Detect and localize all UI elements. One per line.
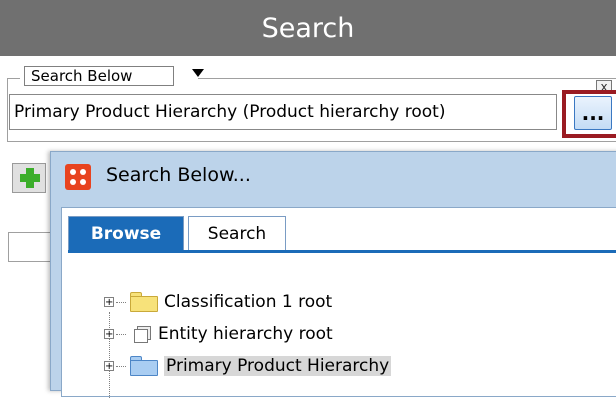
tree-item-entity[interactable]: + Entity hierarchy root <box>104 322 333 346</box>
tree-item-classification[interactable]: + Classification 1 root <box>104 290 332 314</box>
expand-icon[interactable]: + <box>104 297 114 308</box>
tree-item-label: Entity hierarchy root <box>158 324 333 344</box>
tab-strip-underline <box>68 250 616 253</box>
search-mode-value: Search Below <box>24 66 174 86</box>
tree-dots <box>116 365 126 367</box>
tree-item-primary-product[interactable]: + Primary Product Hierarchy <box>104 354 392 378</box>
tree-item-label: Classification 1 root <box>164 292 333 312</box>
plus-icon-bar <box>20 174 40 182</box>
browse-button[interactable]: ... <box>574 96 612 130</box>
title-bar: Search <box>0 0 616 56</box>
tab-browse[interactable]: Browse <box>68 216 184 250</box>
tree-dots <box>116 301 126 303</box>
expand-icon[interactable]: + <box>104 329 114 340</box>
dialog-body: Browse Search + Classification 1 root + … <box>61 207 616 398</box>
blue-folder-icon <box>130 356 158 376</box>
expand-icon[interactable]: + <box>104 361 114 372</box>
dialog-title: Search Below... <box>106 164 251 186</box>
yellow-folder-icon <box>130 292 158 312</box>
tree-dots <box>116 333 126 335</box>
tab-search[interactable]: Search <box>188 216 286 250</box>
app-icon <box>65 164 91 190</box>
search-mode-select[interactable]: Search Below <box>20 66 204 88</box>
add-button[interactable] <box>12 163 46 193</box>
dropdown-arrow-icon[interactable] <box>192 69 204 77</box>
underlying-field[interactable]: N <box>8 232 60 262</box>
tree-item-label: Primary Product Hierarchy <box>164 356 392 376</box>
entity-icon <box>134 326 151 343</box>
page-title: Search <box>261 12 355 44</box>
search-below-dialog: Search Below... Browse Search + Classifi… <box>50 151 616 398</box>
search-path-field[interactable]: Primary Product Hierarchy (Product hiera… <box>9 94 557 130</box>
